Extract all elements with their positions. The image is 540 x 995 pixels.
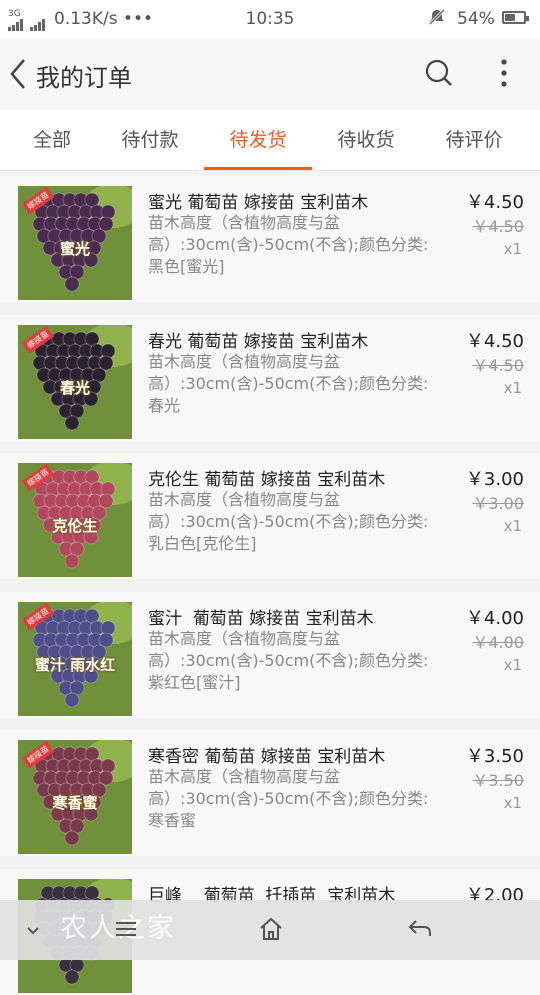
image-label: 寒香蜜 bbox=[52, 794, 98, 812]
quantity: x1 bbox=[503, 794, 522, 812]
tab-all[interactable]: 全部 bbox=[0, 110, 104, 170]
page-title: 我的订单 bbox=[36, 64, 132, 92]
tab-pending-receipt[interactable]: 待收货 bbox=[312, 110, 420, 170]
battery-percent: 54% bbox=[457, 9, 495, 29]
image-label: 蜜汁 雨水红 bbox=[34, 656, 116, 674]
product-name: 克伦生 葡萄苗 嫁接苗 宝利苗木 bbox=[148, 470, 386, 490]
more-vertical-icon[interactable] bbox=[494, 58, 514, 88]
price: ￥4.00 bbox=[465, 608, 524, 629]
order-item[interactable]: 嫁接苗 寒香蜜 寒香密 葡萄苗 嫁接苗 宝利苗木 苗木高度（含植物高度与盆高）:… bbox=[0, 730, 540, 856]
product-spec: 苗木高度（含植物高度与盆高）:30cm(含)-50cm(不含);颜色分类:春光 bbox=[148, 352, 429, 415]
original-price: ￥3.00 bbox=[472, 494, 524, 513]
product-image: 嫁接苗 克伦生 bbox=[18, 463, 132, 577]
order-item[interactable]: 嫁接苗 春光 春光 葡萄苗 嫁接苗 宝利苗木 苗木高度（含植物高度与盆高）:30… bbox=[0, 315, 540, 441]
product-spec: 苗木高度（含植物高度与盆高）:30cm(含)-50cm(不含);颜色分类:黑色[… bbox=[148, 213, 429, 276]
price: ￥3.00 bbox=[465, 469, 524, 490]
order-item[interactable]: 嫁接苗 蜜光 蜜光 葡萄苗 嫁接苗 宝利苗木 苗木高度（含植物高度与盆高）:30… bbox=[0, 176, 540, 302]
menu-icon[interactable] bbox=[114, 916, 138, 944]
chevron-down-icon[interactable] bbox=[26, 922, 40, 941]
product-image: 嫁接苗 蜜汁 雨水红 bbox=[18, 602, 132, 716]
back-arrow-icon[interactable] bbox=[406, 916, 434, 944]
quantity: x1 bbox=[503, 656, 522, 674]
product-name: 蜜汁 葡萄苗 嫁接苗 宝利苗木 bbox=[148, 609, 374, 629]
product-spec: 苗木高度（含植物高度与盆高）:30cm(含)-50cm(不含);颜色分类:紫红色… bbox=[148, 629, 429, 692]
price: ￥4.50 bbox=[465, 192, 524, 213]
price: ￥3.50 bbox=[465, 746, 524, 767]
app-header: 我的订单 bbox=[0, 38, 540, 110]
battery-icon bbox=[502, 11, 529, 24]
image-label: 蜜光 bbox=[59, 240, 90, 258]
product-name: 蜜光 葡萄苗 嫁接苗 宝利苗木 bbox=[148, 193, 369, 213]
image-label: 春光 bbox=[59, 379, 90, 397]
product-image: 嫁接苗 蜜光 bbox=[18, 186, 132, 300]
order-tabs: 全部 待付款 待发货 待收货 待评价 bbox=[0, 110, 540, 171]
status-bar: 3G 0.13K/s ••• 10:35 54% bbox=[0, 0, 540, 38]
tab-pending-shipment[interactable]: 待发货 bbox=[204, 110, 312, 170]
product-name: 春光 葡萄苗 嫁接苗 宝利苗木 bbox=[148, 332, 369, 352]
original-price: ￥3.50 bbox=[472, 771, 524, 790]
home-icon[interactable] bbox=[258, 916, 284, 946]
product-image: 嫁接苗 寒香蜜 bbox=[18, 740, 132, 854]
product-name: 寒香密 葡萄苗 嫁接苗 宝利苗木 bbox=[148, 747, 386, 767]
product-image: 嫁接苗 春光 bbox=[18, 325, 132, 439]
product-spec: 苗木高度（含植物高度与盆高）:30cm(含)-50cm(不含);颜色分类:寒香蜜 bbox=[148, 767, 429, 830]
original-price: ￥4.50 bbox=[472, 217, 524, 236]
bell-mute-icon bbox=[428, 8, 446, 31]
order-item[interactable]: 嫁接苗 蜜汁 雨水红 蜜汁 葡萄苗 嫁接苗 宝利苗木 苗木高度（含植物高度与盆高… bbox=[0, 592, 540, 718]
chevron-left-icon[interactable] bbox=[6, 56, 30, 92]
quantity: x1 bbox=[503, 517, 522, 535]
price: ￥4.50 bbox=[465, 331, 524, 352]
tab-pending-review[interactable]: 待评价 bbox=[420, 110, 528, 170]
order-item[interactable]: 嫁接苗 克伦生 克伦生 葡萄苗 嫁接苗 宝利苗木 苗木高度（含植物高度与盆高）:… bbox=[0, 453, 540, 579]
original-price: ￥4.00 bbox=[472, 633, 524, 652]
search-icon[interactable] bbox=[424, 58, 454, 88]
quantity: x1 bbox=[503, 240, 522, 258]
system-nav-bar: 农人之家 bbox=[0, 900, 540, 960]
image-label: 克伦生 bbox=[52, 517, 98, 535]
original-price: ￥4.50 bbox=[472, 356, 524, 375]
quantity: x1 bbox=[503, 379, 522, 397]
product-spec: 苗木高度（含植物高度与盆高）:30cm(含)-50cm(不含);颜色分类:乳白色… bbox=[148, 490, 429, 553]
tab-pending-payment[interactable]: 待付款 bbox=[97, 110, 203, 170]
